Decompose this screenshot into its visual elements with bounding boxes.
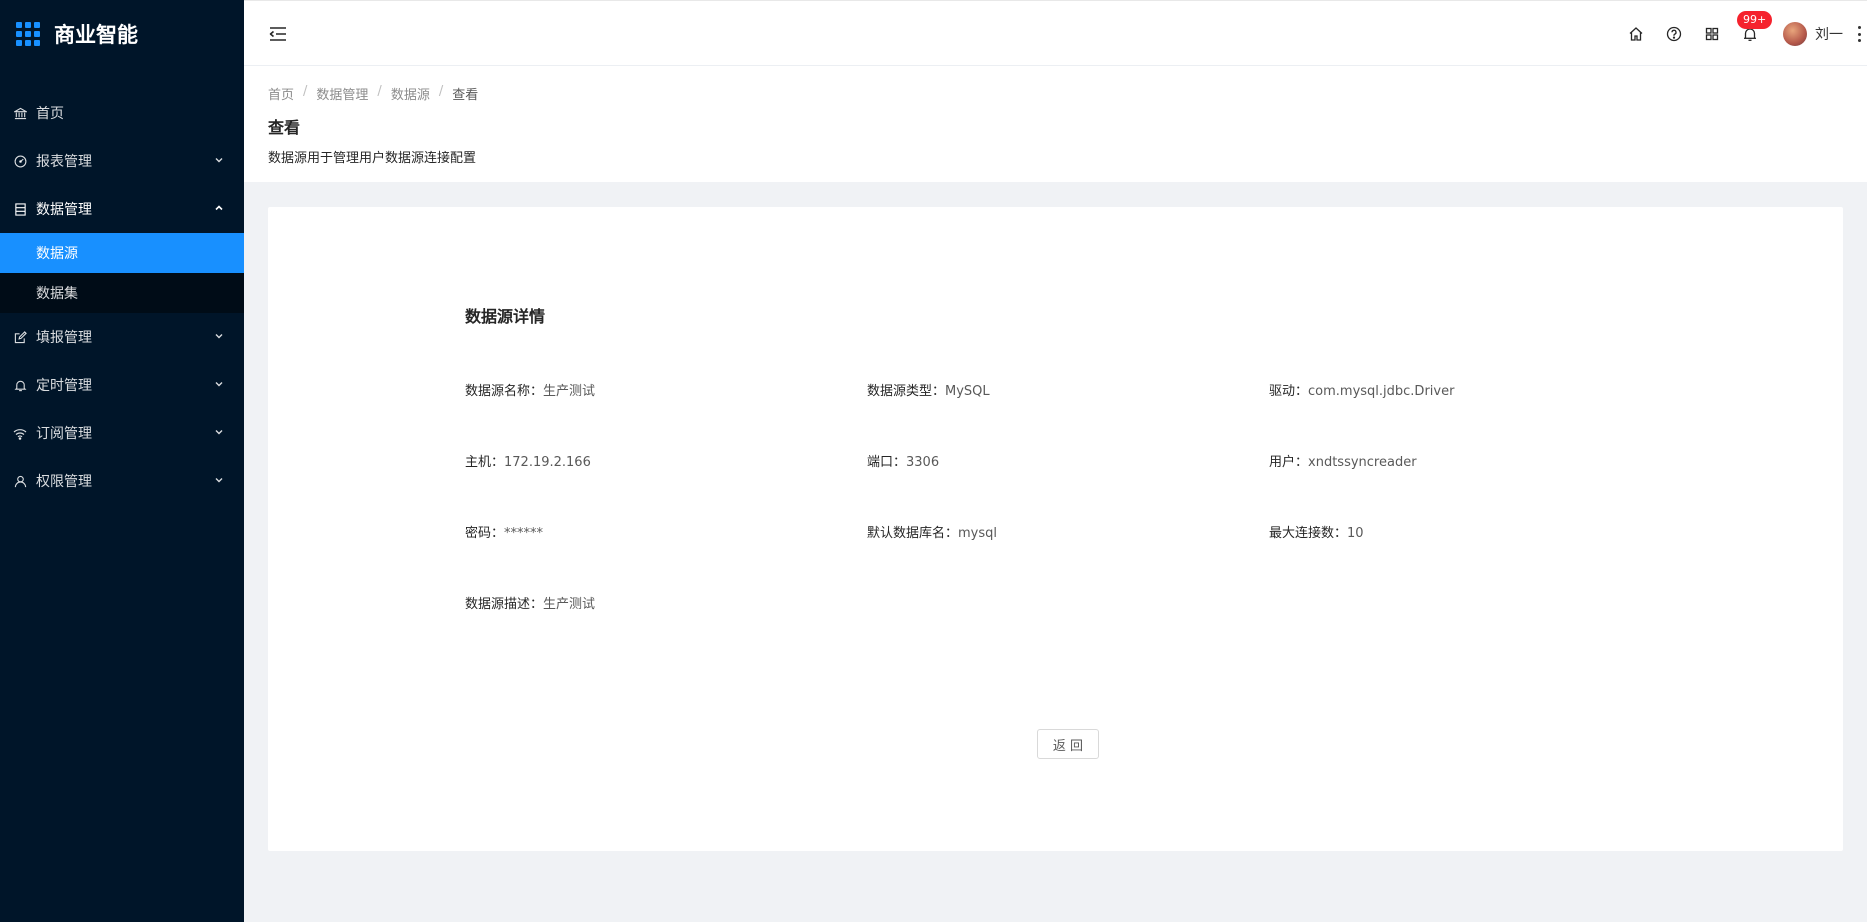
chevron-down-icon — [214, 153, 224, 169]
sidebar-item-label: 首页 — [36, 106, 64, 122]
chevron-down-icon — [214, 425, 224, 441]
breadcrumb-separator: / — [303, 84, 308, 99]
field-label: 密码： — [465, 526, 505, 541]
breadcrumb: 首页 / 数据管理 / 数据源 / 查看 — [268, 84, 478, 103]
data-management-submenu: 数据源 数据集 — [0, 233, 244, 313]
field-label: 数据源描述： — [465, 597, 544, 612]
sidebar-item-label: 数据集 — [36, 286, 78, 302]
field-label: 用户： — [1269, 455, 1309, 470]
top-header: 99+ 刘一 — [244, 0, 1867, 66]
field-value: xndtssyncreader — [1308, 455, 1417, 470]
field-port: 端口：3306 — [867, 451, 939, 470]
sidebar-item-home[interactable]: 首页 — [0, 89, 244, 137]
breadcrumb-separator: / — [438, 84, 444, 99]
sidebar-item-label: 权限管理 — [36, 474, 92, 490]
sidebar-item-label: 订阅管理 — [36, 426, 92, 442]
header-actions: 99+ 刘一 — [1627, 1, 1867, 67]
field-description: 数据源描述：生产测试 — [465, 593, 595, 612]
app-title: 商业智能 — [54, 23, 138, 47]
sidebar-item-datasource[interactable]: 数据源 — [0, 233, 244, 273]
sidebar-item-data-management[interactable]: 数据管理 — [0, 185, 244, 233]
bell-icon — [12, 377, 28, 393]
sidebar-item-label: 定时管理 — [36, 378, 92, 394]
field-password: 密码：****** — [465, 522, 543, 541]
field-label: 驱动： — [1269, 384, 1309, 399]
field-value: com.mysql.jdbc.Driver — [1308, 384, 1455, 399]
field-label: 数据源名称： — [465, 384, 544, 399]
sidebar-item-label: 报表管理 — [36, 154, 92, 170]
field-value: MySQL — [945, 384, 990, 399]
field-user: 用户：xndtssyncreader — [1269, 451, 1417, 470]
sidebar-item-subscription[interactable]: 订阅管理 — [0, 409, 244, 457]
menu-fold-icon[interactable] — [268, 26, 288, 42]
bank-icon — [12, 105, 28, 121]
notification-bell-icon[interactable]: 99+ — [1737, 11, 1773, 43]
chevron-down-icon — [214, 329, 224, 345]
field-value: mysql — [958, 526, 998, 541]
breadcrumb-current: 查看 — [452, 88, 479, 103]
sidebar-item-fill-report[interactable]: 填报管理 — [0, 313, 244, 361]
section-title: 数据源详情 — [465, 307, 546, 326]
sidebar-item-reports[interactable]: 报表管理 — [0, 137, 244, 185]
sidebar-item-label: 数据源 — [36, 246, 78, 262]
field-host: 主机：172.19.2.166 — [465, 451, 591, 470]
breadcrumb-home[interactable]: 首页 — [268, 84, 294, 103]
edit-icon — [12, 329, 28, 345]
breadcrumb-datasource[interactable]: 数据源 — [391, 84, 430, 103]
field-value: 3306 — [906, 455, 940, 470]
field-driver: 驱动：com.mysql.jdbc.Driver — [1269, 380, 1454, 399]
breadcrumb-separator: / — [377, 84, 382, 99]
page-header: 首页 / 数据管理 / 数据源 / 查看 查看 数据源用于管理用户数据源连接配置 — [244, 66, 1867, 182]
field-datasource-type: 数据源类型：MySQL — [867, 380, 990, 399]
notification-badge: 99+ — [1737, 11, 1773, 29]
field-datasource-name: 数据源名称：生产测试 — [465, 380, 595, 399]
field-label: 默认数据库名： — [867, 526, 959, 541]
wifi-icon — [12, 425, 28, 441]
breadcrumb-data-management[interactable]: 数据管理 — [316, 84, 368, 103]
page-description: 数据源用于管理用户数据源连接配置 — [268, 151, 477, 166]
apps-grid-icon — [16, 22, 40, 46]
field-default-database: 默认数据库名：mysql — [867, 522, 997, 541]
detail-card: 数据源详情 数据源名称：生产测试 数据源类型：MySQL 驱动：com.mysq… — [268, 207, 1843, 851]
field-value: 10 — [1347, 526, 1364, 541]
field-max-connections: 最大连接数：10 — [1269, 522, 1364, 541]
username[interactable]: 刘一 — [1815, 24, 1843, 44]
sidebar-item-dataset[interactable]: 数据集 — [0, 273, 244, 313]
field-label: 主机： — [465, 455, 505, 470]
appstore-icon[interactable] — [1703, 25, 1721, 43]
field-label: 数据源类型： — [867, 384, 946, 399]
sidebar-item-label: 填报管理 — [36, 330, 92, 346]
page-title: 查看 — [268, 118, 301, 137]
logo[interactable]: 商业智能 — [0, 0, 244, 68]
field-value: 172.19.2.166 — [504, 455, 591, 470]
database-icon — [12, 201, 28, 217]
avatar[interactable] — [1783, 22, 1807, 46]
field-value: 生产测试 — [543, 384, 596, 399]
sidebar-item-permissions[interactable]: 权限管理 — [0, 457, 244, 505]
sidebar: 商业智能 首页 报表管理 数据管理 数据源 数据集 填报管理 定时管理 订阅管理… — [0, 0, 244, 922]
back-button[interactable]: 返 回 — [1037, 729, 1099, 759]
home-icon[interactable] — [1627, 25, 1645, 43]
field-label: 最大连接数： — [1269, 526, 1348, 541]
sidebar-item-schedule[interactable]: 定时管理 — [0, 361, 244, 409]
field-value: ****** — [504, 526, 544, 541]
dashboard-icon — [12, 153, 28, 169]
chevron-down-icon — [214, 473, 224, 489]
side-menu: 首页 报表管理 数据管理 数据源 数据集 填报管理 定时管理 订阅管理 权限管理 — [0, 89, 244, 505]
help-icon[interactable] — [1665, 25, 1683, 43]
field-value: 生产测试 — [543, 597, 596, 612]
user-icon — [12, 473, 28, 489]
chevron-up-icon — [214, 201, 224, 217]
chevron-down-icon — [214, 377, 224, 393]
field-label: 端口： — [867, 455, 907, 470]
more-vertical-icon[interactable] — [1853, 25, 1865, 43]
sidebar-item-label: 数据管理 — [36, 202, 92, 218]
